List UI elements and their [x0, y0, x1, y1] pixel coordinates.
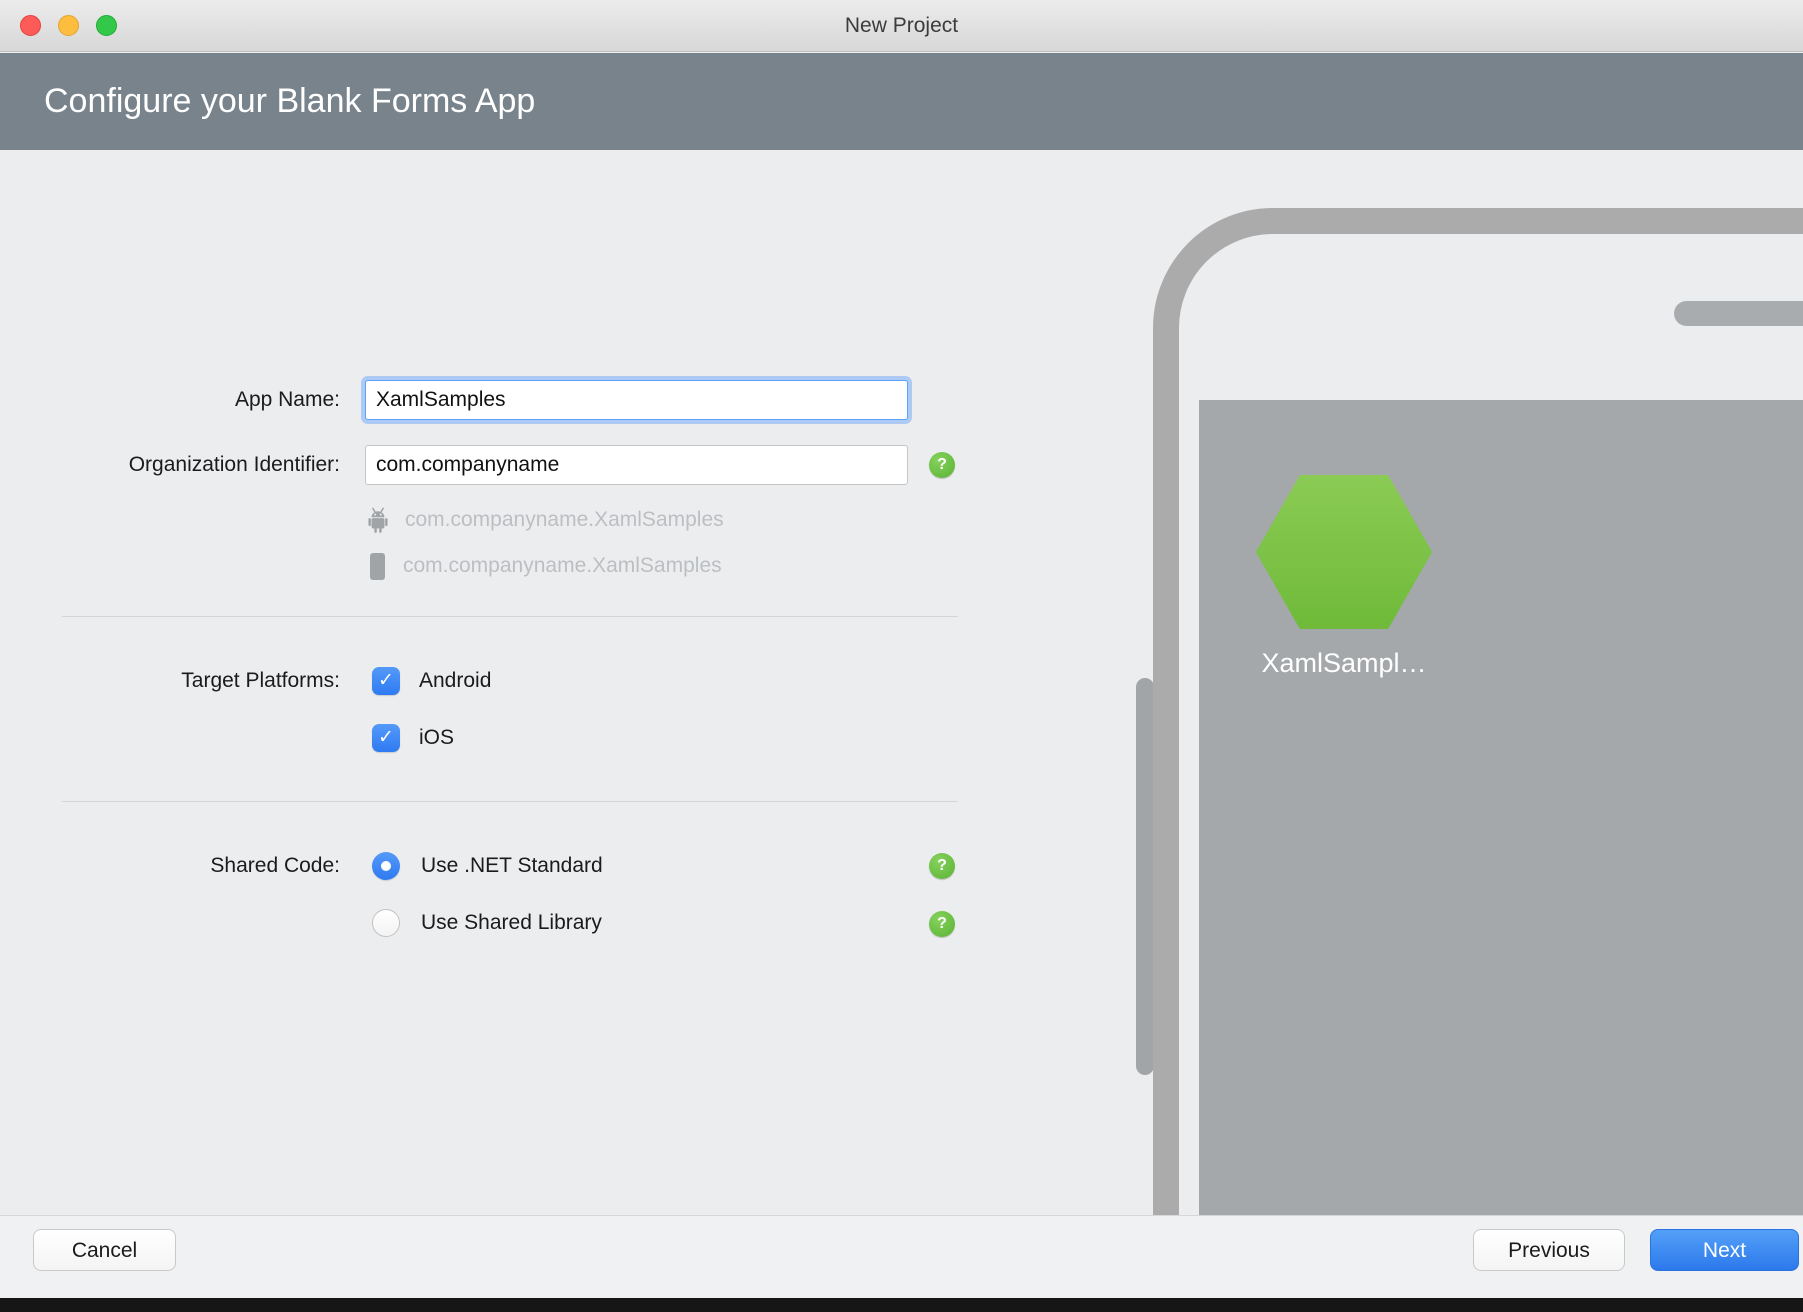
radio-shared-library-label: Use Shared Library	[421, 903, 602, 943]
organization-identifier-input[interactable]	[365, 445, 908, 485]
organization-identifier-label: Organization Identifier:	[0, 445, 340, 485]
divider	[62, 801, 958, 802]
app-icon-label: XamlSampl…	[1194, 648, 1494, 679]
organization-identifier-help-icon[interactable]: ?	[929, 452, 955, 478]
checkbox-ios-label: iOS	[419, 718, 454, 758]
dialog-content: XamlSampl… App Name: Organization Identi…	[0, 150, 1803, 1215]
android-package-row: com.companyname.XamlSamples	[365, 505, 724, 535]
checkbox-ios[interactable]: ✓	[372, 724, 400, 752]
shared-library-help-icon[interactable]: ?	[929, 911, 955, 937]
dialog-header: Configure your Blank Forms App	[0, 53, 1803, 150]
new-project-dialog: New Project Configure your Blank Forms A…	[0, 0, 1803, 1312]
divider	[62, 616, 958, 617]
net-standard-help-icon[interactable]: ?	[929, 853, 955, 879]
dialog-footer: Cancel Previous Next	[0, 1215, 1803, 1298]
target-platforms-label: Target Platforms:	[0, 661, 340, 701]
page-title: Configure your Blank Forms App	[44, 53, 535, 150]
radio-net-standard-label: Use .NET Standard	[421, 846, 603, 886]
window-titlebar: New Project	[0, 0, 1803, 52]
app-name-label: App Name:	[0, 380, 340, 420]
bottom-strip	[0, 1298, 1803, 1312]
phone-speaker	[1674, 301, 1803, 326]
ios-package-preview: com.companyname.XamlSamples	[403, 554, 722, 578]
android-icon	[365, 506, 391, 534]
checkbox-android-label: Android	[419, 661, 491, 701]
shared-code-label: Shared Code:	[0, 846, 340, 886]
android-package-preview: com.companyname.XamlSamples	[405, 508, 724, 532]
app-name-input[interactable]	[365, 380, 908, 420]
ios-package-row: com.companyname.XamlSamples	[365, 551, 722, 581]
radio-shared-library[interactable]	[372, 909, 400, 937]
cancel-button[interactable]: Cancel	[33, 1229, 176, 1271]
checkbox-android[interactable]: ✓	[372, 667, 400, 695]
iphone-icon	[370, 553, 385, 580]
radio-net-standard[interactable]	[372, 852, 400, 880]
previous-button[interactable]: Previous	[1473, 1229, 1625, 1271]
window-title: New Project	[0, 0, 1803, 52]
phone-side-button	[1136, 678, 1154, 1075]
next-button[interactable]: Next	[1650, 1229, 1799, 1271]
